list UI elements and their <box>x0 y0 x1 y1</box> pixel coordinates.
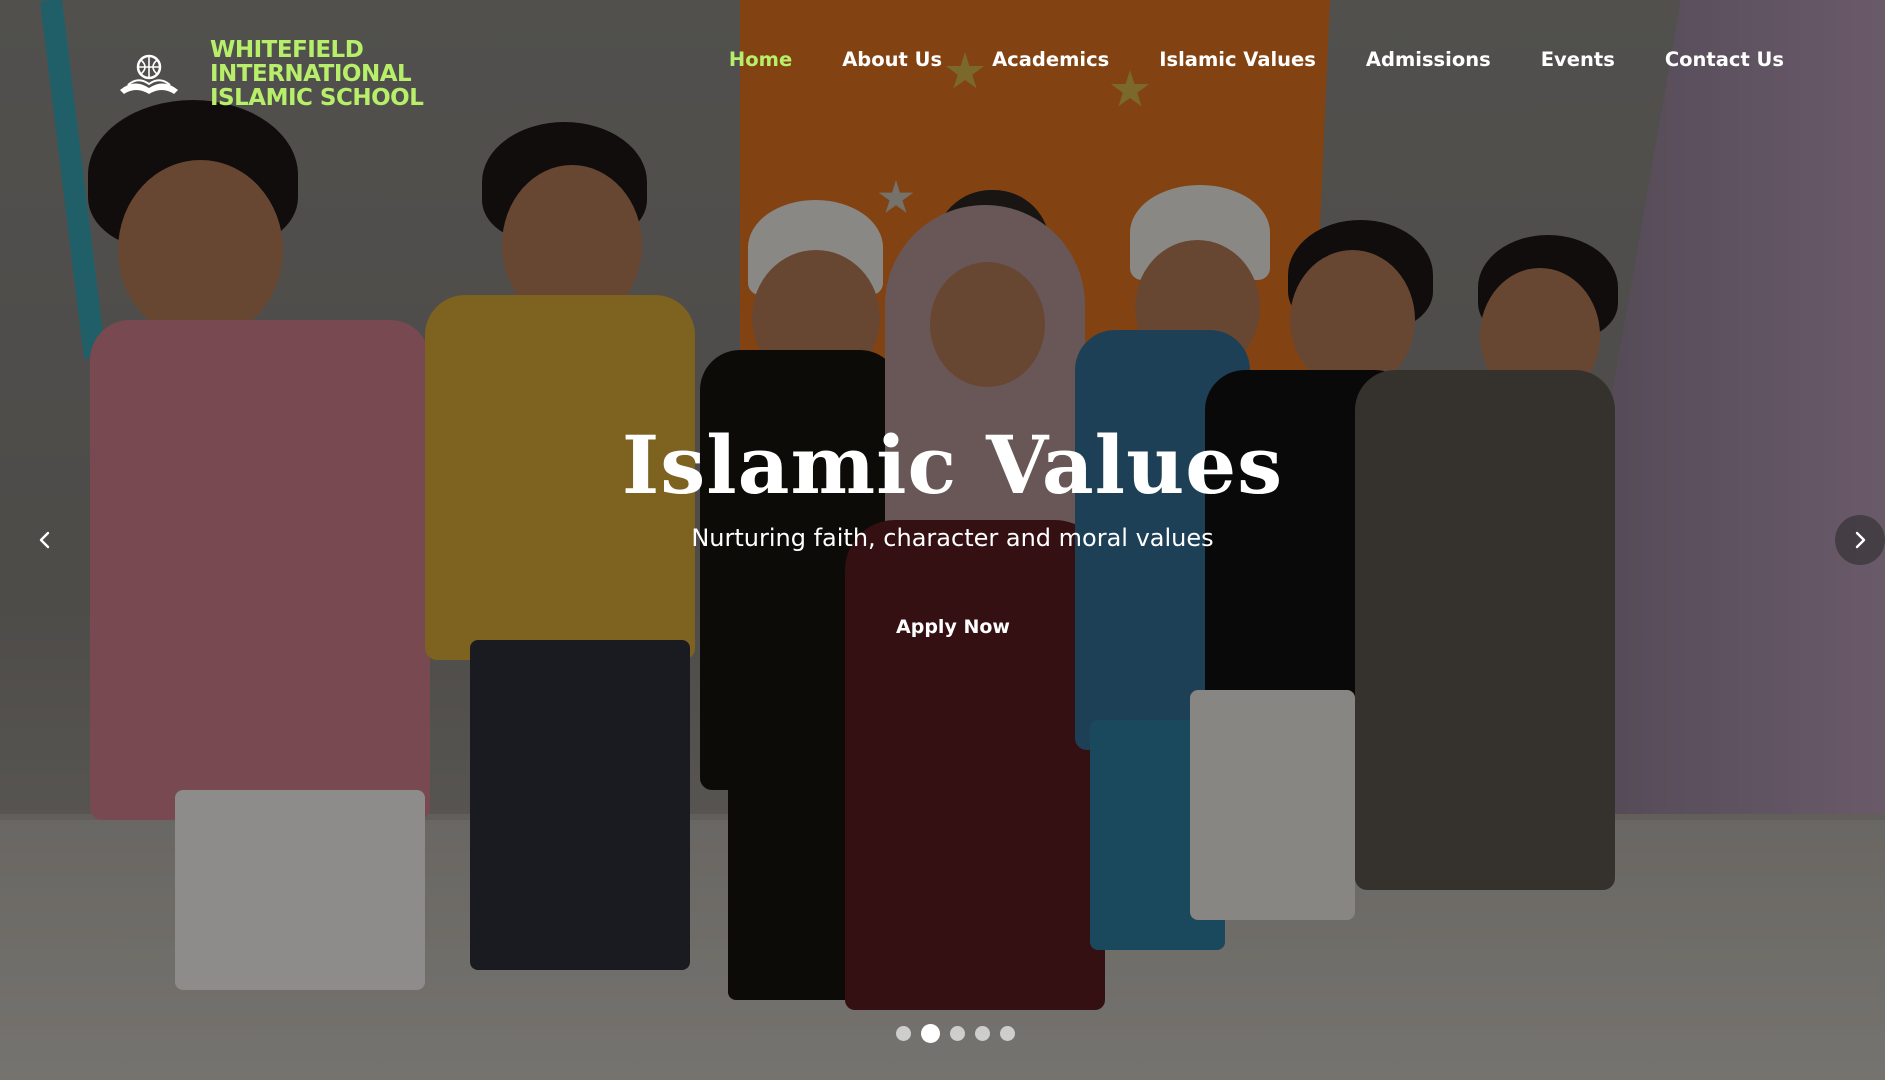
nav-islamic-values[interactable]: Islamic Values <box>1159 48 1316 71</box>
logo-line: ISLAMIC SCHOOL <box>210 85 424 111</box>
hero-title: Islamic Values <box>621 418 1284 512</box>
carousel-dot-active[interactable] <box>921 1024 940 1043</box>
nav-academics[interactable]: Academics <box>992 48 1109 71</box>
site-logo[interactable]: WHITEFIELD INTERNATIONAL ISLAMIC SCHOOL <box>118 37 424 111</box>
nav-home[interactable]: Home <box>729 48 792 71</box>
carousel-dot[interactable] <box>975 1026 990 1041</box>
chevron-right-icon <box>1855 531 1866 549</box>
nav-contact-us[interactable]: Contact Us <box>1665 48 1784 71</box>
nav-admissions[interactable]: Admissions <box>1366 48 1491 71</box>
carousel-dot[interactable] <box>950 1026 965 1041</box>
apply-now-button[interactable]: Apply Now <box>878 610 1028 644</box>
nav-events[interactable]: Events <box>1541 48 1615 71</box>
main-navigation: Home About Us Academics Islamic Values A… <box>729 48 1784 71</box>
logo-line: WHITEFIELD <box>210 37 364 63</box>
carousel-next-button[interactable] <box>1835 515 1885 565</box>
chevron-left-icon <box>39 531 50 549</box>
carousel-dot[interactable] <box>896 1026 911 1041</box>
carousel-prev-button[interactable] <box>20 515 70 565</box>
hero-subtitle: Nurturing faith, character and moral val… <box>691 524 1214 552</box>
logo-text: WHITEFIELD INTERNATIONAL ISLAMIC SCHOOL <box>210 37 424 111</box>
carousel-dot[interactable] <box>1000 1026 1015 1041</box>
logo-line: INTERNATIONAL <box>210 61 412 87</box>
nav-about-us[interactable]: About Us <box>842 48 942 71</box>
carousel-indicators <box>896 1024 1015 1043</box>
globe-book-icon <box>120 54 178 94</box>
